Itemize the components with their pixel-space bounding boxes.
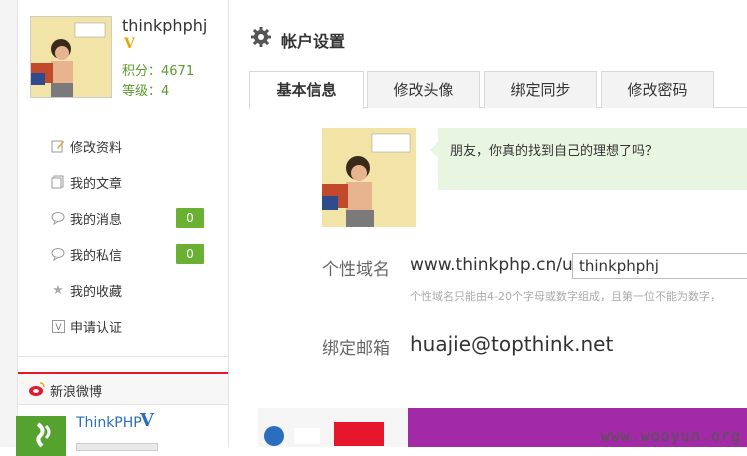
tab-change-avatar[interactable]: 修改头像: [367, 71, 480, 108]
sidebar-item-label: 我的文章: [70, 176, 123, 192]
tab-change-password[interactable]: 修改密码: [601, 71, 714, 108]
weibo-panel-header: 新浪微博: [18, 372, 228, 405]
domain-prefix: www.thinkphp.cn/u/: [410, 255, 579, 275]
page-gutter: [0, 0, 17, 447]
sidebar-item-label: 修改资料: [70, 140, 123, 156]
sidebar-item-label: 我的私信: [70, 248, 123, 264]
sidebar-item-label: 申请认证: [70, 320, 123, 336]
sidebar-item-favorites[interactable]: ★ 我的收藏: [50, 272, 210, 308]
domain-input[interactable]: [572, 253, 747, 279]
verify-icon: V: [50, 318, 66, 334]
email-label: 绑定邮箱: [322, 339, 390, 359]
sidebar-item-label: 我的消息: [70, 212, 123, 228]
gear-icon: [250, 26, 272, 48]
watermark: www.wooyun.org: [600, 427, 741, 445]
chat-icon: [50, 246, 66, 262]
sidebar-menu: 修改资料 我的文章 我的消息 0 我的私信 0 ★ 我的收藏 V 申请认证: [50, 128, 210, 344]
weibo-verified-icon: V: [140, 410, 154, 431]
sidebar-item-private-messages[interactable]: 我的私信 0: [50, 236, 210, 272]
sidebar-item-label: 我的收藏: [70, 284, 123, 300]
sidebar-item-apply-verification[interactable]: V 申请认证: [50, 308, 210, 344]
document-icon: [50, 174, 66, 190]
email-value: huajie@topthink.net: [410, 332, 614, 356]
ad-banner[interactable]: www.wooyun.org: [258, 408, 747, 447]
weibo-follow-button[interactable]: [76, 443, 158, 451]
star-icon: ★: [52, 282, 64, 298]
username[interactable]: thinkphphj: [122, 16, 207, 35]
weibo-panel-title: 新浪微博: [50, 385, 103, 400]
weibo-account-avatar[interactable]: [16, 416, 66, 456]
bubble-arrow: [430, 142, 438, 158]
profile-avatar: [322, 128, 416, 227]
edit-icon: [50, 138, 66, 154]
sidebar-divider: [18, 356, 228, 357]
page-title: 帐户设置: [281, 32, 346, 51]
tab-bind-sync[interactable]: 绑定同步: [484, 71, 597, 108]
ad-banner-logo-area: [258, 408, 408, 447]
svg-text:V: V: [55, 323, 62, 333]
domain-hint: 个性域名只能由4-20个字母或数字组成，且第一位不能为数字，: [410, 290, 721, 303]
signature-text: 朋友，你真的找到自己的理想了吗？: [450, 144, 659, 159]
weibo-account-name[interactable]: ThinkPHP: [76, 415, 142, 431]
user-avatar[interactable]: [30, 16, 112, 98]
message-count-badge: 0: [176, 208, 204, 228]
user-points: 积分：4671: [122, 64, 195, 79]
sidebar: thinkphphj V 积分：4671 等级：4 修改资料 我的文章 我的消息…: [17, 0, 229, 447]
sidebar-item-my-articles[interactable]: 我的文章: [50, 164, 210, 200]
verified-badge-icon: V: [124, 36, 135, 52]
weibo-icon: [28, 381, 46, 401]
sidebar-item-edit-profile[interactable]: 修改资料: [50, 128, 210, 164]
user-level: 等级：4: [122, 84, 170, 99]
message-icon: [50, 210, 66, 226]
sidebar-item-my-messages[interactable]: 我的消息 0: [50, 200, 210, 236]
private-message-count-badge: 0: [176, 244, 204, 264]
domain-label: 个性域名: [322, 260, 390, 280]
tab-basic-info[interactable]: 基本信息: [249, 71, 364, 109]
signature-bubble: 朋友，你真的找到自己的理想了吗？: [438, 128, 747, 190]
